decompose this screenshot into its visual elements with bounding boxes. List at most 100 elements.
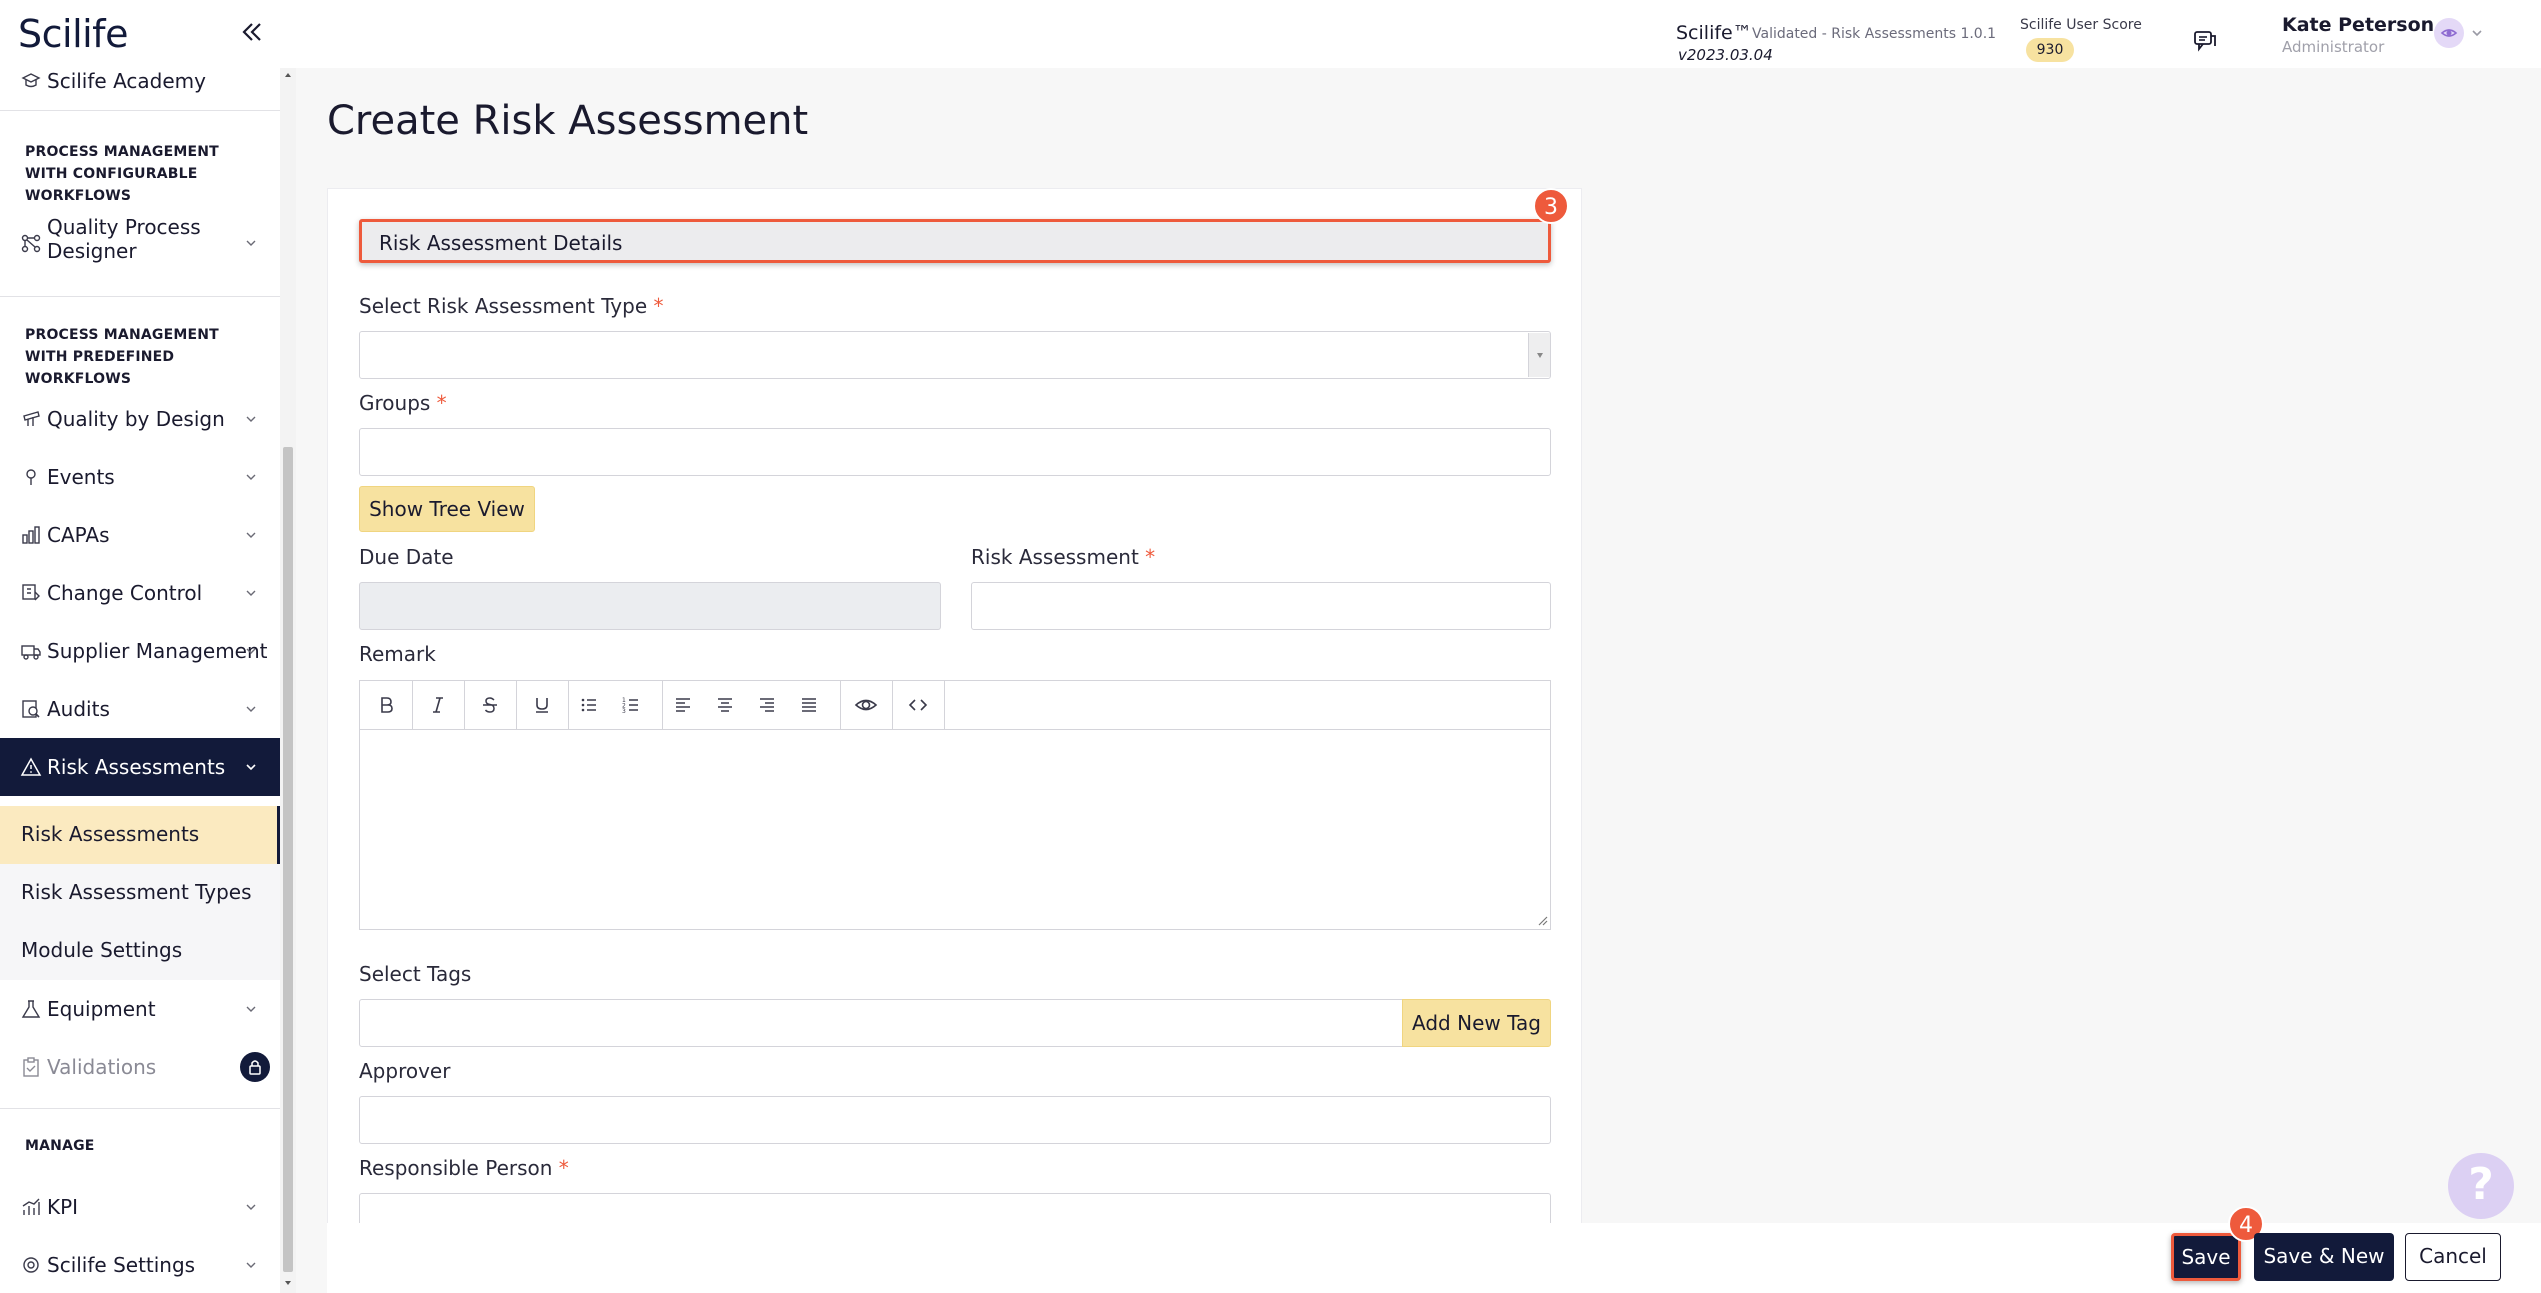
chevron-down-icon (244, 586, 258, 600)
due-date-label: Due Date (359, 545, 454, 569)
sidebar-item-capas[interactable]: CAPAs (0, 506, 280, 564)
divider (0, 296, 280, 297)
align-right-icon[interactable] (746, 681, 788, 729)
save-and-new-button[interactable]: Save & New (2254, 1233, 2394, 1281)
sidebar-item-label: Scilife Settings (47, 1253, 196, 1277)
italic-icon[interactable] (412, 681, 464, 729)
chevron-down-icon (244, 760, 258, 774)
collapse-sidebar-icon[interactable] (238, 18, 266, 46)
due-date-input (359, 582, 941, 630)
clipboard-icon (20, 1056, 42, 1078)
sidebar-item-audits[interactable]: Audits (0, 680, 280, 738)
approver-input[interactable] (359, 1096, 1551, 1144)
avatar[interactable] (2434, 18, 2464, 48)
sidebar-item-label: Scilife Academy (47, 69, 206, 93)
sub-item-risk-assessments[interactable]: Risk Assessments (0, 806, 280, 864)
chevron-down-icon (244, 1200, 258, 1214)
sub-item-risk-assessment-types[interactable]: Risk Assessment Types (0, 864, 280, 922)
sidebar-item-academy[interactable]: Scilife Academy (0, 68, 280, 110)
tags-label: Select Tags (359, 962, 472, 986)
chevron-down-icon[interactable] (2470, 26, 2484, 40)
scrollbar-thumb[interactable] (283, 447, 293, 1272)
sidebar-item-kpi[interactable]: KPI (0, 1178, 280, 1236)
sidebar-item-label: CAPAs (47, 523, 110, 547)
sidebar-item-events[interactable]: Events (0, 448, 280, 506)
risk-assessment-input[interactable] (971, 582, 1551, 630)
sub-item-label: Module Settings (21, 938, 183, 962)
risk-assessment-label: Risk Assessment * (971, 545, 1156, 569)
strikethrough-icon[interactable] (464, 681, 516, 729)
sidebar-item-quality-by-design[interactable]: Quality by Design (0, 390, 280, 448)
sidebar: Scilife Academy PROCESS MANAGEMENT WITH … (0, 68, 280, 1293)
sidebar-item-scilife-settings[interactable]: Scilife Settings (0, 1236, 280, 1293)
user-score-badge: 930 (2026, 38, 2074, 62)
page-title: Create Risk Assessment (327, 98, 809, 144)
chart-icon (20, 524, 42, 546)
sidebar-item-label: KPI (47, 1195, 79, 1219)
chevron-down-icon (244, 1002, 258, 1016)
sidebar-item-change-control[interactable]: Change Control (0, 564, 280, 622)
audit-icon (20, 698, 42, 720)
numbered-list-icon[interactable]: 123 (610, 681, 652, 729)
remark-editor[interactable] (359, 729, 1551, 930)
chevron-down-icon (244, 644, 258, 658)
bullet-list-icon[interactable] (568, 681, 610, 729)
cancel-button[interactable]: Cancel (2405, 1233, 2501, 1281)
tags-input[interactable] (359, 999, 1403, 1047)
underline-icon[interactable] (516, 681, 568, 729)
gear-icon (20, 1254, 42, 1276)
user-name[interactable]: Kate Peterson (2282, 14, 2434, 36)
sidebar-item-label: Change Control (47, 581, 203, 605)
sub-item-label: Risk Assessment Types (21, 880, 252, 904)
sidebar-item-label: Audits (47, 697, 110, 721)
sidebar-item-validations[interactable]: Validations (0, 1038, 280, 1096)
chevron-down-icon (244, 702, 258, 716)
align-center-icon[interactable] (704, 681, 746, 729)
scilife-logo[interactable]: Scilife (18, 12, 128, 56)
resize-grip-icon[interactable] (1536, 914, 1548, 926)
chevron-down-icon (244, 470, 258, 484)
scroll-up-icon[interactable] (283, 70, 293, 80)
scroll-down-icon[interactable] (283, 1278, 293, 1288)
section-manage: MANAGE (25, 1138, 95, 1154)
show-tree-view-button[interactable]: Show Tree View (359, 486, 535, 532)
groups-input[interactable] (359, 428, 1551, 476)
section-configurable: PROCESS MANAGEMENT WITH CONFIGURABLE WOR… (25, 144, 219, 204)
section-header[interactable]: Risk Assessment Details (359, 219, 1551, 263)
sidebar-item-supplier-management[interactable]: Supplier Management (0, 622, 280, 680)
align-left-icon[interactable] (662, 681, 704, 729)
sub-item-module-settings[interactable]: Module Settings (0, 922, 280, 980)
user-role: Administrator (2282, 38, 2385, 56)
app-validated-text: Validated - Risk Assessments 1.0.1 (1752, 26, 1997, 42)
sidebar-item-label: Risk Assessments (47, 755, 226, 779)
select-arrow-icon[interactable] (1528, 333, 1550, 377)
chat-icon[interactable] (2191, 26, 2219, 54)
sidebar-item-label: Equipment (47, 997, 156, 1021)
add-new-tag-button[interactable]: Add New Tag (1402, 999, 1551, 1047)
groups-label: Groups * (359, 391, 447, 415)
workflow-icon (20, 232, 42, 254)
app-version: v2023.03.04 (1678, 46, 1773, 64)
svg-text:3: 3 (622, 708, 626, 715)
chevron-down-icon (244, 528, 258, 542)
sidebar-item-quality-process-designer[interactable]: Quality Process Designer (0, 211, 280, 275)
remark-label: Remark (359, 642, 436, 666)
academy-icon (20, 70, 42, 92)
step-badge-3: 3 (1533, 188, 1569, 224)
code-view-icon[interactable] (892, 681, 944, 729)
sidebar-item-label: Quality Process Designer (47, 215, 201, 263)
align-justify-icon[interactable] (788, 681, 830, 729)
risk-type-select[interactable] (359, 331, 1551, 379)
sidebar-item-label: Events (47, 465, 115, 489)
sidebar-item-risk-assessments[interactable]: Risk Assessments (0, 738, 280, 796)
section-header-label: Risk Assessment Details (379, 231, 623, 255)
help-icon[interactable]: ? (2448, 1153, 2514, 1219)
save-button[interactable]: Save (2171, 1233, 2241, 1281)
bold-icon[interactable] (360, 681, 412, 729)
responsible-person-input[interactable] (359, 1193, 1551, 1223)
preview-eye-icon[interactable] (840, 681, 892, 729)
responsible-person-label: Responsible Person * (359, 1156, 569, 1180)
change-icon (20, 582, 42, 604)
sidebar-item-equipment[interactable]: Equipment (0, 980, 280, 1038)
kpi-icon (20, 1196, 42, 1218)
